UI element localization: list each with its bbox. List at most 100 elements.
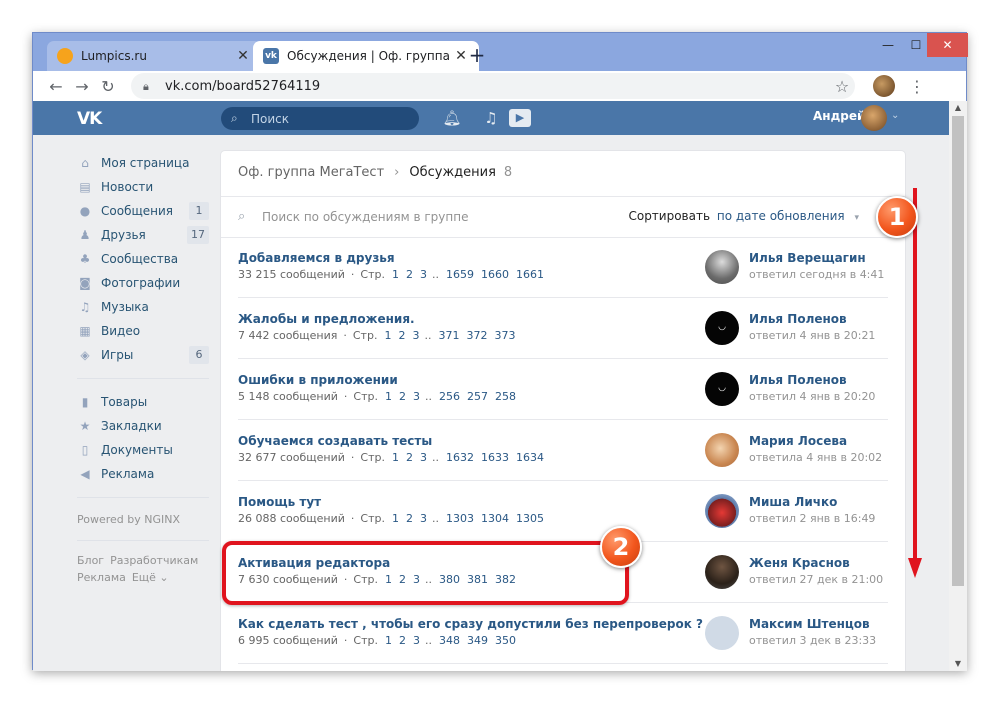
breadcrumb-group-link[interactable]: Оф. группа МегаТест	[238, 165, 384, 180]
topic-title-link[interactable]: Обучаемся создавать тесты	[238, 434, 432, 448]
menu-item-bookmarks[interactable]: ★ Закладки	[77, 414, 209, 438]
back-button[interactable]: ←	[43, 73, 69, 99]
music-icon[interactable]: ♫	[481, 109, 501, 127]
page-link[interactable]: 1	[385, 390, 392, 403]
menu-item-video[interactable]: ▦ Видео	[77, 319, 209, 343]
page-link[interactable]: 1659	[446, 268, 474, 281]
page-scrollbar[interactable]: ▲ ▼	[949, 101, 967, 671]
board-search-input[interactable]: ⌕ Поиск по обсуждениям в группе	[238, 209, 468, 224]
topic-title-link[interactable]: Добавляемся в друзья	[238, 251, 395, 265]
page-link[interactable]: 2	[406, 451, 413, 464]
menu-item-documents[interactable]: ▯ Документы	[77, 438, 209, 462]
author-avatar[interactable]: ◡	[705, 372, 739, 406]
menu-item-music[interactable]: ♫ Музыка	[77, 295, 209, 319]
scroll-thumb[interactable]	[952, 116, 964, 586]
page-link[interactable]: 1634	[516, 451, 544, 464]
vk-search-input[interactable]: ⌕ Поиск	[221, 107, 419, 130]
topic-title-link[interactable]: Жалобы и предложения.	[238, 312, 415, 326]
tab-close-icon[interactable]: ✕	[235, 48, 251, 64]
menu-item-photo[interactable]: ◙ Фотографии	[77, 271, 209, 295]
menu-item-ads[interactable]: ◀ Реклама	[77, 462, 209, 486]
page-link[interactable]: 3	[420, 268, 427, 281]
page-link[interactable]: 1303	[446, 512, 474, 525]
page-link[interactable]: 258	[495, 390, 516, 403]
user-menu-caret-icon[interactable]: ⌄	[891, 110, 899, 121]
author-name-link[interactable]: Илья Верещагин	[749, 251, 866, 265]
last-reply-date[interactable]: ответила 4 янв в 20:02	[749, 451, 882, 464]
page-link[interactable]: 1304	[481, 512, 509, 525]
page-link[interactable]: 373	[494, 329, 515, 342]
page-link[interactable]: 2	[399, 390, 406, 403]
sort-value[interactable]: по дате обновления	[717, 209, 845, 223]
author-name-link[interactable]: Миша Личко	[749, 495, 837, 509]
page-link[interactable]: 2	[406, 268, 413, 281]
footer-link[interactable]: Реклама	[77, 571, 126, 584]
browser-menu-icon[interactable]: ⋮	[909, 77, 925, 96]
reload-button[interactable]: ↻	[95, 73, 121, 99]
minimize-button[interactable]: —	[873, 33, 903, 57]
author-name-link[interactable]: Илья Поленов	[749, 312, 847, 326]
topic-title-link[interactable]: Как сделать тест , чтобы его сразу допус…	[238, 617, 703, 631]
page-link[interactable]: 1633	[481, 451, 509, 464]
page-link[interactable]: 3	[413, 634, 420, 647]
page-link[interactable]: 349	[467, 634, 488, 647]
page-link[interactable]: 1632	[446, 451, 474, 464]
page-link[interactable]: 348	[439, 634, 460, 647]
page-link[interactable]: 2	[399, 634, 406, 647]
vk-logo[interactable]: VK	[77, 109, 117, 129]
author-avatar[interactable]	[705, 555, 739, 589]
scroll-down-icon[interactable]: ▼	[949, 657, 967, 671]
footer-link[interactable]: Разработчикам	[110, 554, 198, 567]
author-avatar[interactable]	[705, 433, 739, 467]
author-name-link[interactable]: Женя Краснов	[749, 556, 850, 570]
footer-link[interactable]: Ещё ⌄	[132, 571, 169, 584]
menu-item-home[interactable]: ⌂ Моя страница	[77, 151, 209, 175]
last-reply-date[interactable]: ответил 4 янв в 20:21	[749, 329, 875, 342]
sort-control[interactable]: Сортировать по дате обновления ▾	[628, 209, 859, 223]
scroll-up-icon[interactable]: ▲	[949, 101, 967, 115]
bookmark-star-icon[interactable]: ☆	[829, 77, 855, 96]
last-reply-date[interactable]: ответил 27 дек в 21:00	[749, 573, 883, 586]
author-avatar[interactable]: ◡	[705, 311, 739, 345]
page-link[interactable]: 1	[385, 634, 392, 647]
author-avatar[interactable]	[705, 494, 739, 528]
last-reply-date[interactable]: ответил 2 янв в 16:49	[749, 512, 875, 525]
page-link[interactable]: 256	[439, 390, 460, 403]
page-link[interactable]: 371	[438, 329, 459, 342]
page-link[interactable]: 3	[413, 390, 420, 403]
forward-button[interactable]: →	[69, 73, 95, 99]
page-link[interactable]: 2	[406, 512, 413, 525]
user-avatar[interactable]	[861, 105, 887, 131]
author-avatar[interactable]	[705, 616, 739, 650]
address-bar[interactable]: 🔒︎ vk.com/board52764119 ☆	[131, 73, 855, 99]
menu-item-messages[interactable]: ● Сообщения 1	[77, 199, 209, 223]
menu-item-goods[interactable]: ▮ Товары	[77, 390, 209, 414]
close-window-button[interactable]: ✕	[927, 33, 968, 57]
last-reply-date[interactable]: ответил сегодня в 4:41	[749, 268, 884, 281]
page-link[interactable]: 372	[466, 329, 487, 342]
page-link[interactable]: 1	[384, 329, 391, 342]
footer-link[interactable]: Блог	[77, 554, 104, 567]
user-name[interactable]: Андрей	[813, 109, 865, 123]
page-link[interactable]: 3	[420, 451, 427, 464]
tab-lumpics[interactable]: Lumpics.ru ✕	[47, 41, 261, 71]
bell-icon[interactable]: 🔔︎	[442, 109, 462, 127]
page-link[interactable]: 1	[392, 268, 399, 281]
author-avatar[interactable]	[705, 250, 739, 284]
topic-title-link[interactable]: Помощь тут	[238, 495, 321, 509]
page-link[interactable]: 1	[392, 451, 399, 464]
video-icon[interactable]: ▶	[509, 109, 531, 127]
last-reply-date[interactable]: ответил 4 янв в 20:20	[749, 390, 875, 403]
browser-profile-avatar[interactable]	[873, 75, 895, 97]
author-name-link[interactable]: Максим Штенцов	[749, 617, 870, 631]
page-link[interactable]: 1660	[481, 268, 509, 281]
page-link[interactable]: 2	[398, 329, 405, 342]
page-link[interactable]: 350	[495, 634, 516, 647]
tab-vk-board[interactable]: vk Обсуждения | Оф. группа МегаТ ✕	[253, 41, 479, 71]
topic-title-link[interactable]: Ошибки в приложении	[238, 373, 398, 387]
page-link[interactable]: 1305	[516, 512, 544, 525]
page-link[interactable]: 3	[412, 329, 419, 342]
menu-item-friends[interactable]: ♟ Друзья 17	[77, 223, 209, 247]
author-name-link[interactable]: Илья Поленов	[749, 373, 847, 387]
menu-item-news[interactable]: ▤ Новости	[77, 175, 209, 199]
